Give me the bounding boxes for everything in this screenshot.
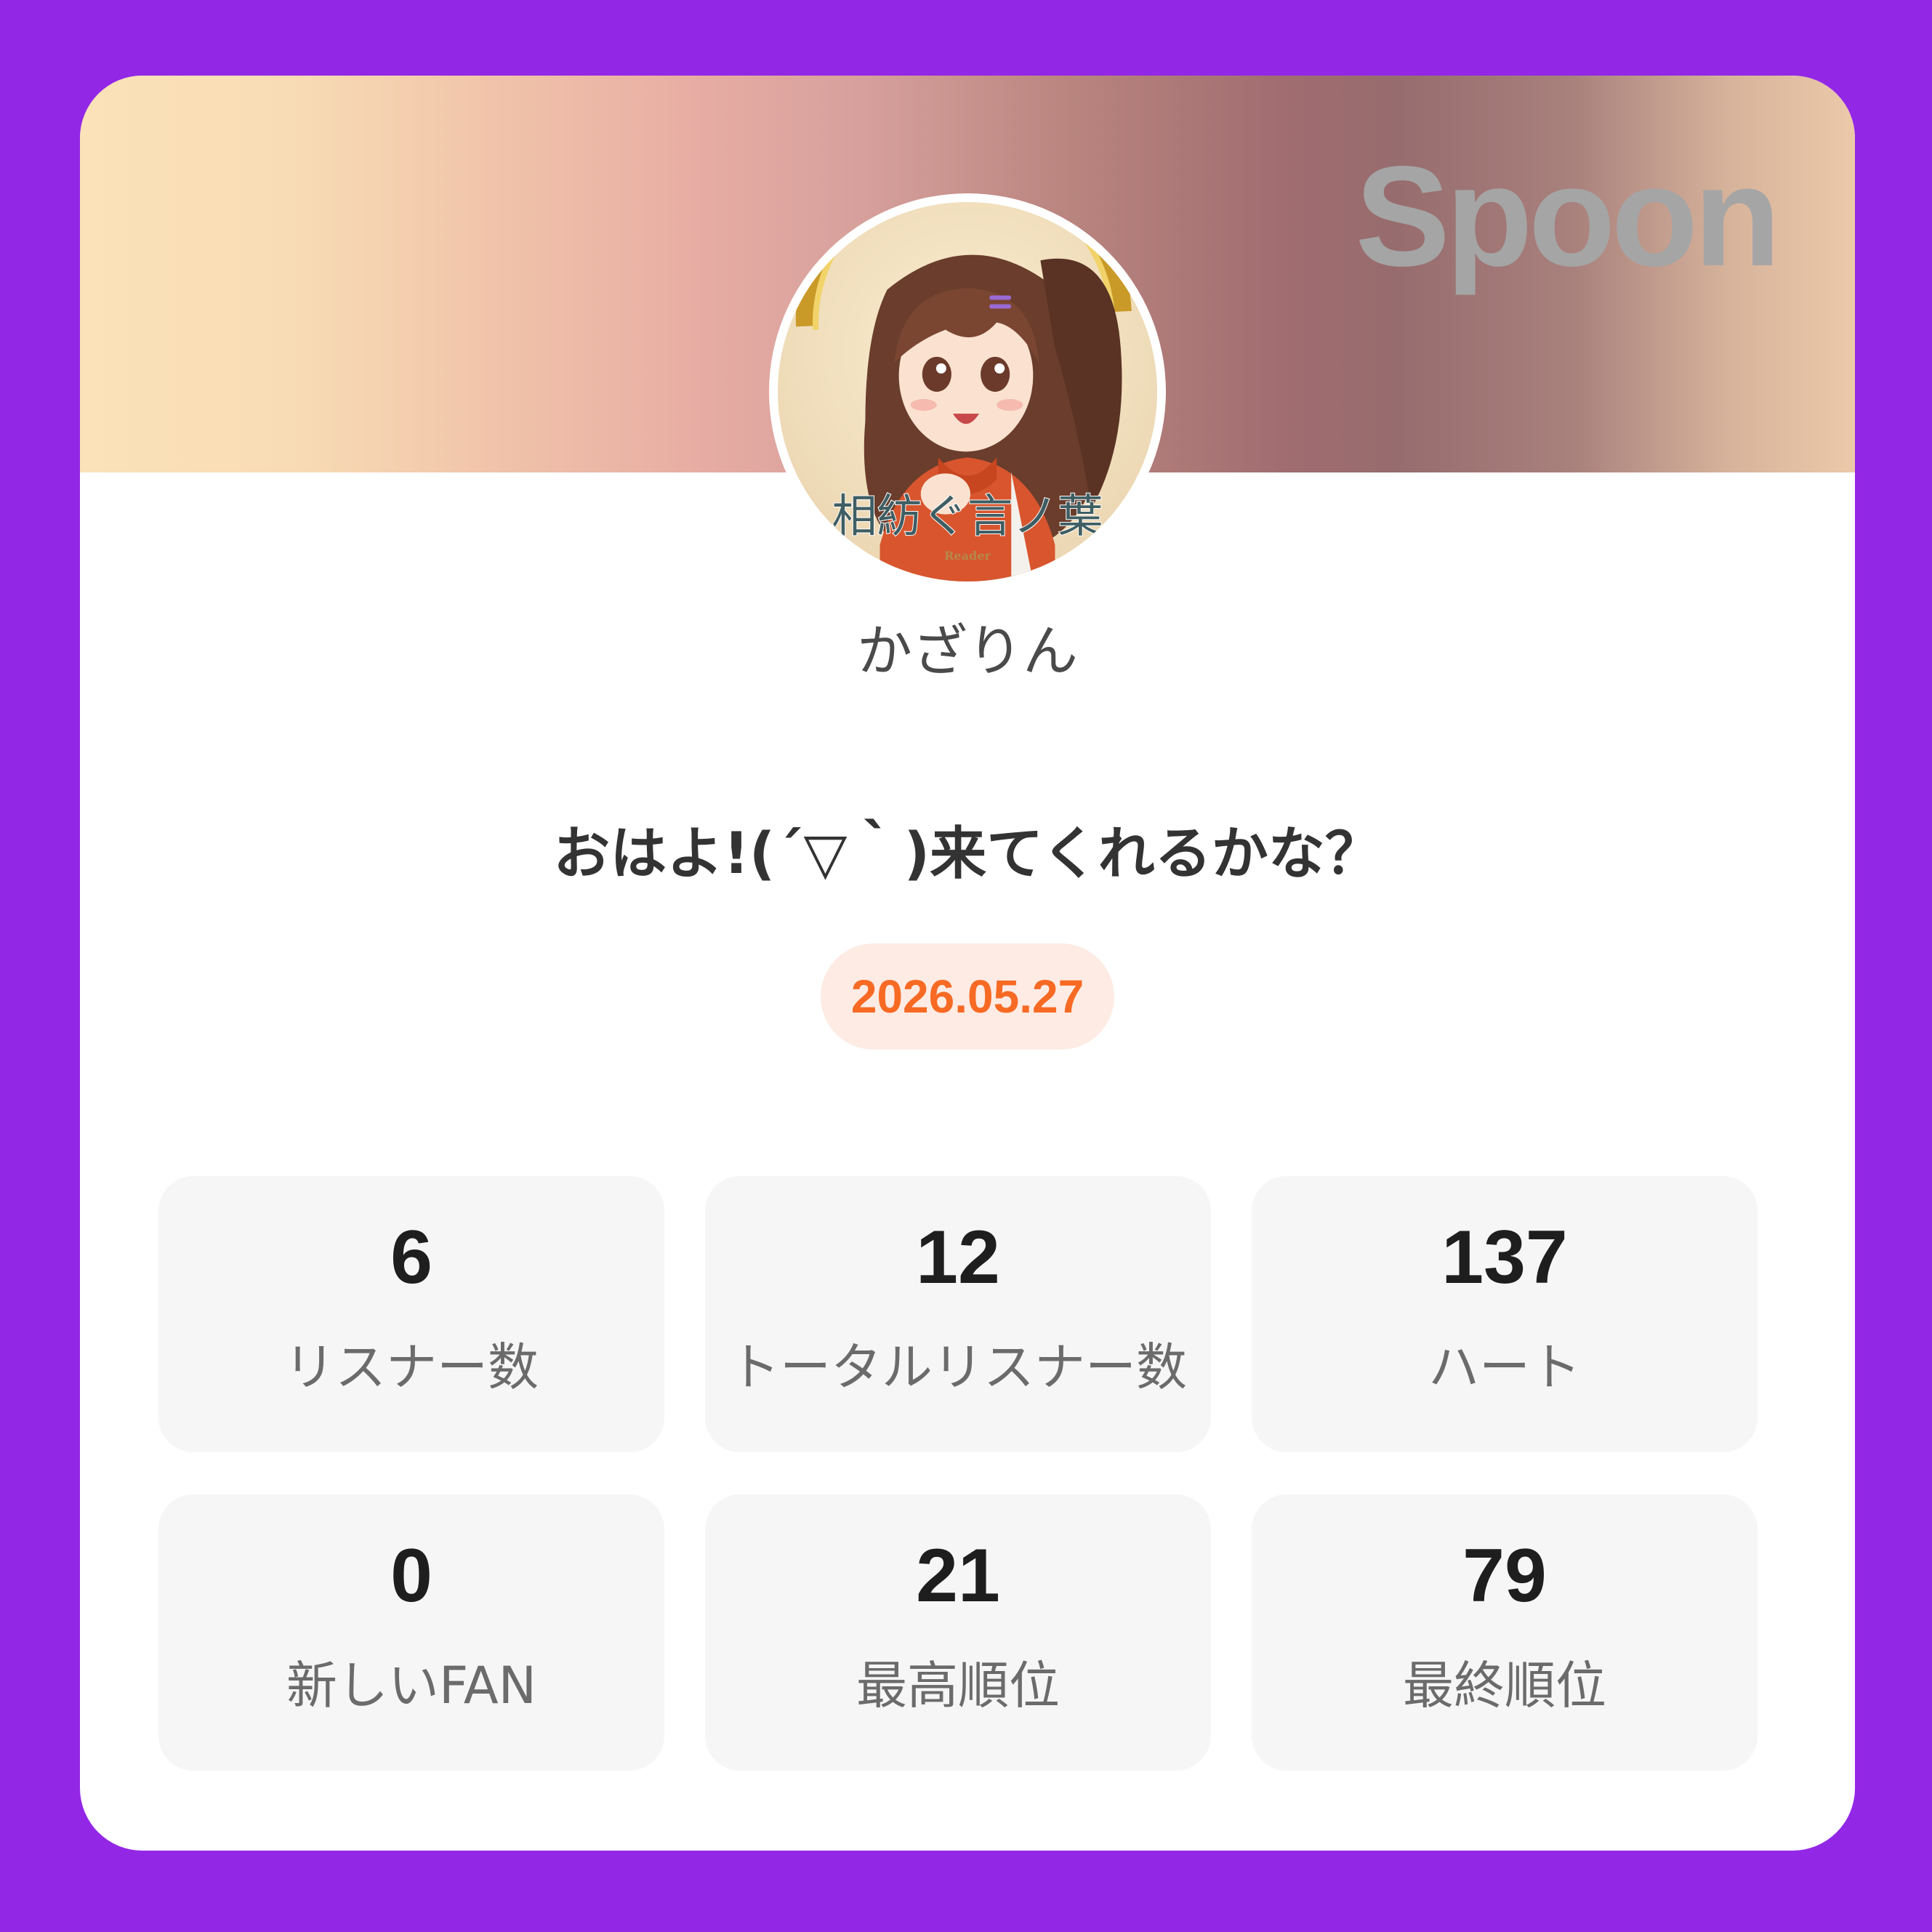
stat-hearts: 137 ハート xyxy=(1252,1176,1758,1452)
username: かざりん xyxy=(857,619,1078,683)
stat-label: ハート xyxy=(1428,1337,1581,1397)
svg-text:相紡ぐ言ノ葉: 相紡ぐ言ノ葉 xyxy=(832,490,1103,543)
stats-grid: 6 リスナー数 12 トータルリスナー数 137 ハート 0 新しいFAN 21… xyxy=(158,1176,1758,1771)
spoon-logo: Spoon xyxy=(1355,137,1781,296)
stat-listeners: 6 リスナー数 xyxy=(158,1176,664,1452)
stat-value: 0 xyxy=(390,1534,432,1618)
avatar[interactable]: 相紡ぐ言ノ葉 Reader xyxy=(769,193,1166,590)
stat-label: 最高順位 xyxy=(856,1656,1060,1715)
stat-value: 12 xyxy=(916,1215,1000,1300)
broadcast-title: おはよ!(´▽｀)来てくれるかな？ xyxy=(553,821,1382,887)
date-badge: 2026.05.27 xyxy=(820,943,1115,1050)
broadcast-summary-card: Spoon 相紡ぐ言ノ葉 Reader かざりん おはよ!(´▽｀)来てくれるか… xyxy=(80,76,1855,1851)
stat-total-listeners: 12 トータルリスナー数 xyxy=(705,1176,1211,1452)
stat-final-rank: 79 最終順位 xyxy=(1252,1494,1758,1771)
stat-highest-rank: 21 最高順位 xyxy=(705,1494,1211,1771)
stat-value: 79 xyxy=(1462,1534,1547,1618)
stat-label: トータルリスナー数 xyxy=(729,1337,1187,1397)
stat-value: 6 xyxy=(390,1215,432,1300)
svg-text:Reader: Reader xyxy=(944,549,991,563)
anime-girl-avatar-icon: 相紡ぐ言ノ葉 Reader xyxy=(778,202,1157,581)
date-container: 2026.05.27 xyxy=(80,943,1855,1050)
stat-new-fans: 0 新しいFAN xyxy=(158,1494,664,1771)
stat-label: 新しいFAN xyxy=(286,1656,537,1715)
stat-value: 21 xyxy=(916,1534,1000,1618)
stat-value: 137 xyxy=(1441,1215,1568,1300)
stat-label: 最終順位 xyxy=(1403,1656,1606,1715)
stat-label: リスナー数 xyxy=(284,1337,539,1397)
